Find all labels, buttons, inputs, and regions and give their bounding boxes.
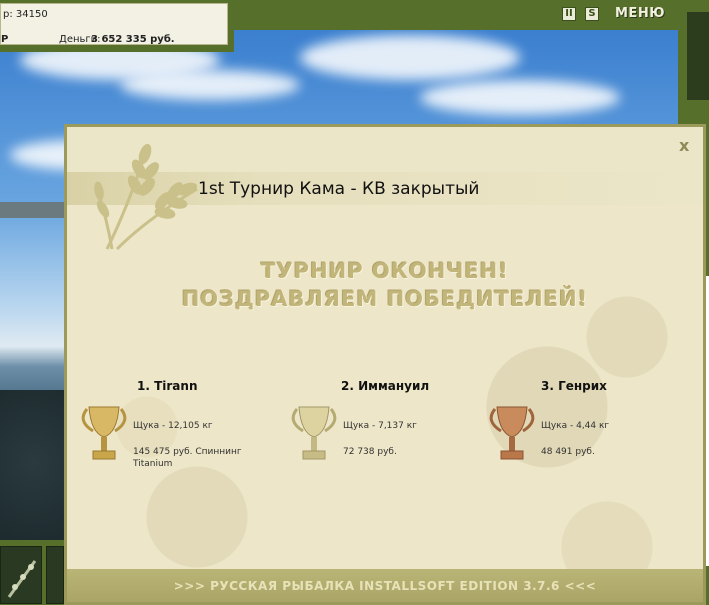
winner-name: 2. Иммануил [341,379,430,393]
player-info-box: р: 34150 Р Деньги: 3 652 335 руб. [0,3,228,45]
dialog-title: 1st Турнир Кама - КВ закрытый [198,179,480,199]
toolbar-slot-2[interactable] [46,546,64,604]
right-side-button[interactable] [687,12,709,100]
wheat-icon [94,143,198,251]
money-value: 3 652 335 руб. [91,34,175,45]
tournament-finished-banner: ТУРНИР ОКОНЧЕН! [261,259,509,283]
pause-icon[interactable]: II [562,7,576,21]
congratulations-banner: ПОЗДРАВЛЯЕМ ПОБЕДИТЕЛЕЙ! [181,287,589,311]
dialog-footer: >>> РУССКАЯ РЫБАЛКА INSTALLSOFT EDITION … [67,569,703,602]
close-button[interactable]: x [679,136,689,155]
winner-prize: 145 475 руб. Спиннинг Titanium [133,447,242,469]
winner-prize: 48 491 руб. [541,447,595,457]
silver-cup-icon [291,406,337,460]
player-rank: Р [1,34,9,45]
winner-name: 1. Tirann [137,379,198,393]
player-id: р: 34150 [3,9,48,20]
winner-fish: Щука - 4,44 кг [541,421,610,431]
winner-name: 3. Генрих [541,379,607,393]
player-info-panel: р: 34150 Р Деньги: 3 652 335 руб. [0,0,234,52]
winner-fish: Щука - 7,137 кг [343,421,417,431]
winner-prize: 72 738 руб. [343,447,397,457]
toolbar-slot-1[interactable] [0,546,42,604]
menu-button[interactable]: МЕНЮ [615,6,665,21]
s-icon[interactable]: S [585,7,599,21]
tournament-results-dialog: 1st Турнир Кама - КВ закрытый x ТУРНИР О… [64,124,706,605]
top-bar [234,0,678,30]
lure-icon [7,560,37,598]
winner-fish: Щука - 12,105 кг [133,421,213,431]
bronze-cup-icon [489,406,535,460]
version-footer-text: >>> РУССКАЯ РЫБАЛКА INSTALLSOFT EDITION … [173,579,597,593]
gold-cup-icon [81,406,127,460]
